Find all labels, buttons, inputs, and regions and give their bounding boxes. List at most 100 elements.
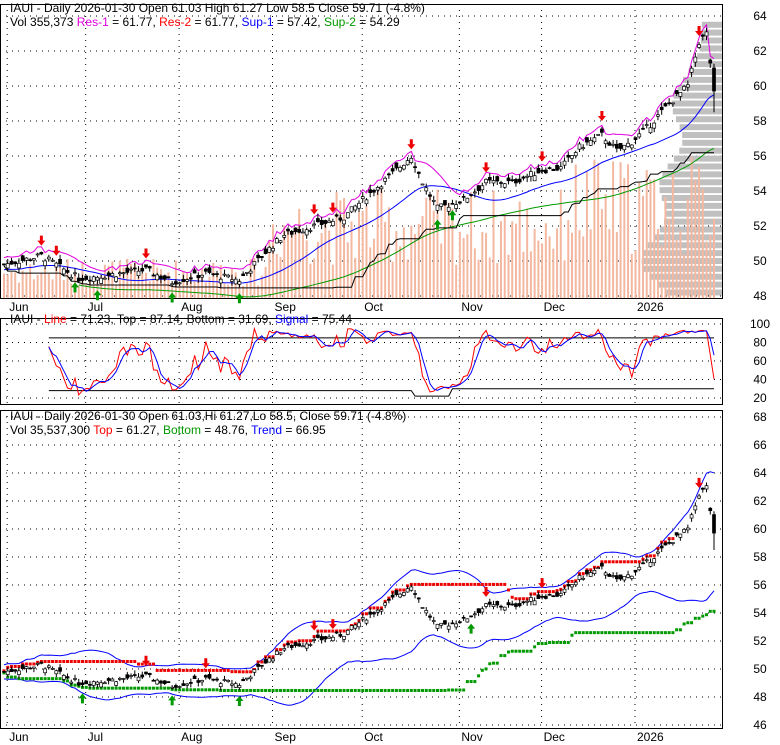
p1-candle: [600, 128, 604, 133]
p1-candle: [547, 167, 552, 169]
p1-candle: [570, 155, 574, 159]
res1-label: Res-1: [76, 15, 109, 29]
volume-bar: [301, 234, 304, 298]
support-dots: [678, 628, 682, 632]
volume-bar: [122, 267, 125, 298]
p3-candle: [338, 634, 343, 637]
volume-bar: [597, 162, 600, 298]
lower-band: [3, 590, 715, 706]
resistance-dots: [204, 668, 208, 672]
chart-root: 48 50 52 54 56 58 60 62 64 Jun Jul Aug Sep Oct Nov Dec 2…: [0, 0, 780, 745]
volume-bar: [556, 228, 559, 298]
volume-bar: [365, 206, 368, 298]
support-dots: [548, 640, 552, 644]
x-tick-label: Nov: [461, 300, 482, 314]
p1-candle: [566, 154, 571, 158]
volume-bar: [645, 170, 648, 298]
support-dots: [447, 688, 451, 692]
support-dots: [47, 677, 51, 681]
p3-candle: [226, 680, 231, 683]
p3-candle: [700, 487, 705, 490]
p1-candle: [50, 259, 55, 262]
volume-bar: [563, 260, 566, 298]
support-dots: [387, 688, 391, 692]
p3-candle: [607, 574, 612, 577]
p1-candle: [585, 137, 589, 143]
p1-candle: [659, 106, 664, 111]
volume-bar: [47, 273, 50, 298]
support-dots: [488, 662, 492, 666]
volume-bar: [668, 218, 671, 298]
p1-candle: [117, 272, 122, 275]
p3-candle: [200, 680, 204, 683]
resistance-dots: [630, 560, 634, 564]
volume-bar: [514, 223, 517, 298]
p3-candle: [424, 610, 429, 614]
p1-candle: [577, 143, 582, 150]
volume-bar: [36, 274, 39, 298]
p3-candle: [491, 604, 496, 607]
resistance-dots: [521, 597, 525, 601]
y-tick-label: 50: [753, 254, 767, 268]
support-dots: [252, 688, 256, 692]
resistance-dots: [260, 660, 264, 664]
volume-bar: [21, 270, 24, 298]
volume-bar: [571, 232, 573, 298]
trend-label: Trend: [251, 423, 283, 437]
p3-candle: [218, 683, 223, 687]
p1-candle: [641, 127, 645, 130]
support-dots: [406, 688, 410, 692]
p1-candle: [431, 200, 436, 202]
p1-candle: [84, 275, 89, 280]
p3-candle: [129, 675, 133, 677]
p1-candle: [562, 160, 567, 166]
volume-bar: [92, 284, 95, 298]
p1-candle: [454, 204, 459, 209]
panel3-volume: Vol 35,537,300: [10, 423, 94, 437]
p1-candle: [32, 258, 36, 261]
resistance-dots: [189, 668, 193, 672]
p1-candle: [461, 196, 466, 198]
support-dots: [693, 616, 697, 620]
support-dots: [129, 686, 133, 690]
resistance-dots: [492, 582, 496, 586]
p1-candle: [663, 103, 668, 107]
resistance-dots: [484, 582, 488, 586]
support-dots: [630, 631, 634, 635]
resistance-dots: [626, 560, 630, 564]
p3-candle: [357, 622, 361, 628]
sell-arrow-icon: [52, 245, 61, 256]
support-dots: [660, 631, 664, 635]
volume-bar: [399, 246, 402, 298]
volume-bar: [279, 257, 282, 298]
resistance-dots: [66, 659, 70, 663]
resistance-dots: [421, 582, 425, 586]
p1-candle: [682, 86, 686, 91]
support-dots: [413, 688, 417, 692]
p1-candle: [506, 177, 511, 182]
support-dots: [402, 688, 406, 692]
support-dots: [181, 688, 185, 692]
support-dots: [712, 609, 716, 613]
p3-candle: [454, 623, 459, 628]
x-tick-label: Aug: [181, 730, 202, 744]
volume-bar: [615, 231, 618, 298]
p3-candle: [446, 625, 451, 630]
p3-candle: [159, 680, 163, 684]
p1-candle: [162, 275, 167, 280]
p1-candle: [188, 277, 193, 280]
line-values: = 71.23, Top = 87.14, Bottom = 31.69,: [66, 312, 275, 326]
p1-candle: [375, 187, 380, 191]
support-dots: [320, 688, 324, 692]
support-dots: [421, 688, 425, 692]
volume-bar: [462, 237, 465, 298]
resistance-dots: [540, 590, 544, 594]
p3-candle: [480, 608, 485, 613]
support-dots: [521, 649, 525, 653]
panel2-legend: IAUI - Line = 71.23, Top = 87.14, Bottom…: [10, 312, 352, 326]
p3-candle: [379, 609, 384, 612]
volume-bar: [201, 268, 204, 298]
volume-bar: [264, 266, 267, 298]
volume-text: Vol 355,373: [10, 15, 74, 29]
volume-bar: [485, 233, 488, 298]
